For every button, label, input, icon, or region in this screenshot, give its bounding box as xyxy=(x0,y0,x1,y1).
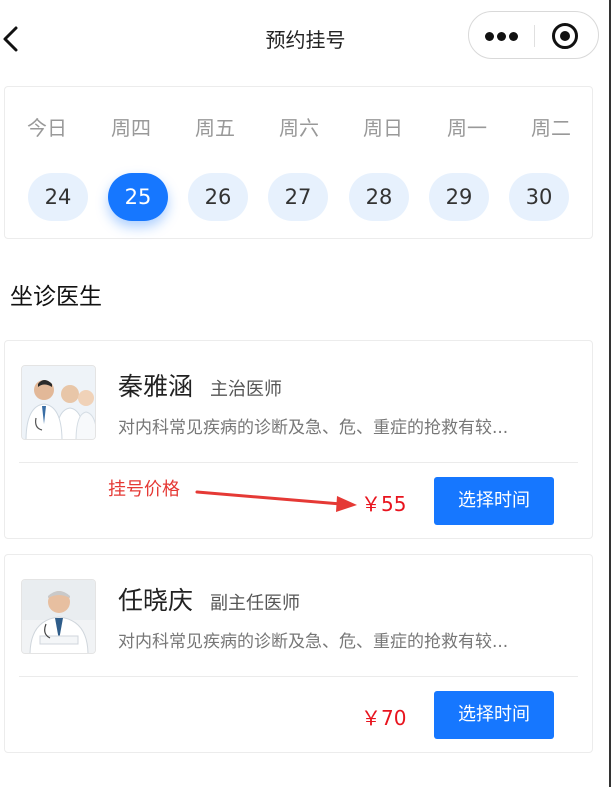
more-button[interactable] xyxy=(483,12,523,58)
price-label: ￥55 xyxy=(361,492,407,516)
doctor-avatar xyxy=(21,579,96,654)
more-dots-icon xyxy=(509,32,518,41)
doctor-name: 任晓庆 xyxy=(118,586,194,615)
weekday-label: 周日 xyxy=(363,116,403,140)
doctor-avatar xyxy=(21,365,96,440)
day-button[interactable]: 26 xyxy=(188,173,248,221)
day-button[interactable]: 29 xyxy=(429,173,489,221)
day-button[interactable]: 24 xyxy=(28,173,88,221)
doctor-description: 对内科常见疾病的诊断及急、危、重症的抢救有较... xyxy=(118,632,509,652)
doctor-description: 对内科常见疾病的诊断及急、危、重症的抢救有较... xyxy=(118,418,509,438)
day-button[interactable]: 28 xyxy=(349,173,409,221)
weekday-label: 周五 xyxy=(195,116,235,140)
doctor-name: 秦雅涵 xyxy=(118,372,194,401)
more-dots-icon xyxy=(497,32,506,41)
capsule-divider xyxy=(534,25,535,47)
nav-bar: 预约挂号 xyxy=(0,0,611,76)
section-title: 坐诊医生 xyxy=(10,284,102,310)
annotation-arrow-icon xyxy=(195,490,357,512)
doctor-card: 任晓庆 副主任医师 对内科常见疾病的诊断及急、危、重症的抢救有较... ￥70 … xyxy=(4,554,593,753)
day-button[interactable]: 30 xyxy=(509,173,569,221)
weekday-label: 周四 xyxy=(111,116,151,140)
annotation-label: 挂号价格 xyxy=(108,479,180,500)
day-button-selected[interactable]: 25 xyxy=(108,173,168,221)
weekday-label: 周二 xyxy=(531,116,571,140)
doctor-title: 主治医师 xyxy=(210,379,282,400)
doctor-title: 副主任医师 xyxy=(210,593,300,614)
select-time-button[interactable]: 选择时间 xyxy=(434,691,554,739)
day-button[interactable]: 27 xyxy=(268,173,328,221)
select-time-button[interactable]: 选择时间 xyxy=(434,477,554,525)
weekday-label: 周一 xyxy=(447,116,487,140)
weekday-label: 今日 xyxy=(27,116,67,140)
date-selector: 今日 周四 周五 周六 周日 周一 周二 24 25 26 27 28 29 3… xyxy=(4,86,593,239)
weekday-label: 周六 xyxy=(279,116,319,140)
close-target-icon[interactable] xyxy=(552,23,578,49)
mini-program-capsule xyxy=(468,11,599,59)
card-divider xyxy=(19,462,578,463)
price-label: ￥70 xyxy=(361,706,407,730)
card-divider xyxy=(19,676,578,677)
more-dots-icon xyxy=(485,32,494,41)
